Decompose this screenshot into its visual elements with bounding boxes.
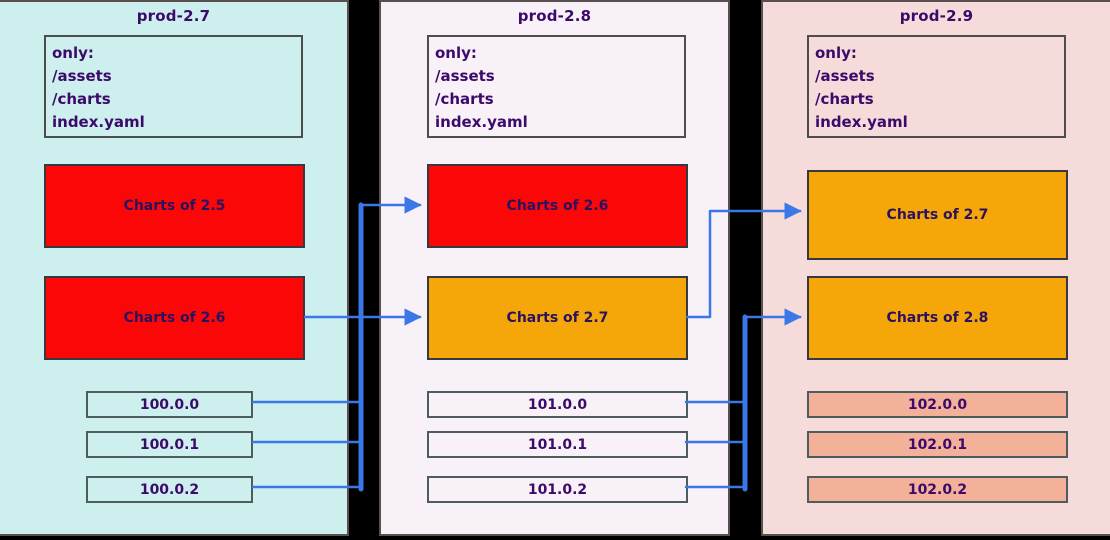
- only-line-0: only:: [815, 44, 857, 62]
- chart-box-charts-of-2-6[interactable]: Charts of 2.6: [44, 276, 305, 360]
- only-line-2: /charts: [52, 90, 111, 108]
- only-line-1: /assets: [52, 67, 112, 85]
- only-line-3: index.yaml: [435, 113, 528, 131]
- only-line-3: index.yaml: [52, 113, 145, 131]
- version-box-100-0-0[interactable]: 100.0.0: [86, 391, 253, 418]
- only-line-0: only:: [435, 44, 477, 62]
- chart-box-charts-of-2-6[interactable]: Charts of 2.6: [427, 164, 688, 248]
- version-box-101-0-1[interactable]: 101.0.1: [427, 431, 688, 458]
- panel-title-prod-2-8: prod-2.8: [517, 7, 592, 25]
- panel-title-prod-2-9: prod-2.9: [899, 7, 974, 25]
- version-box-100-0-1[interactable]: 100.0.1: [86, 431, 253, 458]
- only-line-2: /charts: [815, 90, 874, 108]
- panel-prod-2-8: prod-2.8 only: /assets /charts index.yam…: [379, 0, 730, 536]
- chart-box-charts-of-2-7[interactable]: Charts of 2.7: [427, 276, 688, 360]
- chart-box-charts-of-2-7[interactable]: Charts of 2.7: [807, 170, 1068, 260]
- version-box-102-0-0[interactable]: 102.0.0: [807, 391, 1068, 418]
- version-box-100-0-2[interactable]: 100.0.2: [86, 476, 253, 503]
- panel-title-prod-2-7: prod-2.7: [136, 7, 211, 25]
- panel-prod-2-7: prod-2.7 only: /assets /charts index.yam…: [0, 0, 349, 536]
- version-box-102-0-2[interactable]: 102.0.2: [807, 476, 1068, 503]
- only-box-prod-2-7: only: /assets /charts index.yaml: [44, 35, 303, 138]
- only-line-1: /assets: [435, 67, 495, 85]
- only-box-prod-2-9: only: /assets /charts index.yaml: [807, 35, 1066, 138]
- only-line-3: index.yaml: [815, 113, 908, 131]
- chart-box-charts-of-2-8[interactable]: Charts of 2.8: [807, 276, 1068, 360]
- chart-box-charts-of-2-5[interactable]: Charts of 2.5: [44, 164, 305, 248]
- diagram-canvas: prod-2.7 only: /assets /charts index.yam…: [0, 0, 1110, 540]
- panel-prod-2-9: prod-2.9 only: /assets /charts index.yam…: [761, 0, 1110, 536]
- version-box-102-0-1[interactable]: 102.0.1: [807, 431, 1068, 458]
- version-box-101-0-2[interactable]: 101.0.2: [427, 476, 688, 503]
- only-line-2: /charts: [435, 90, 494, 108]
- only-box-prod-2-8: only: /assets /charts index.yaml: [427, 35, 686, 138]
- only-line-0: only:: [52, 44, 94, 62]
- version-box-101-0-0[interactable]: 101.0.0: [427, 391, 688, 418]
- only-line-1: /assets: [815, 67, 875, 85]
